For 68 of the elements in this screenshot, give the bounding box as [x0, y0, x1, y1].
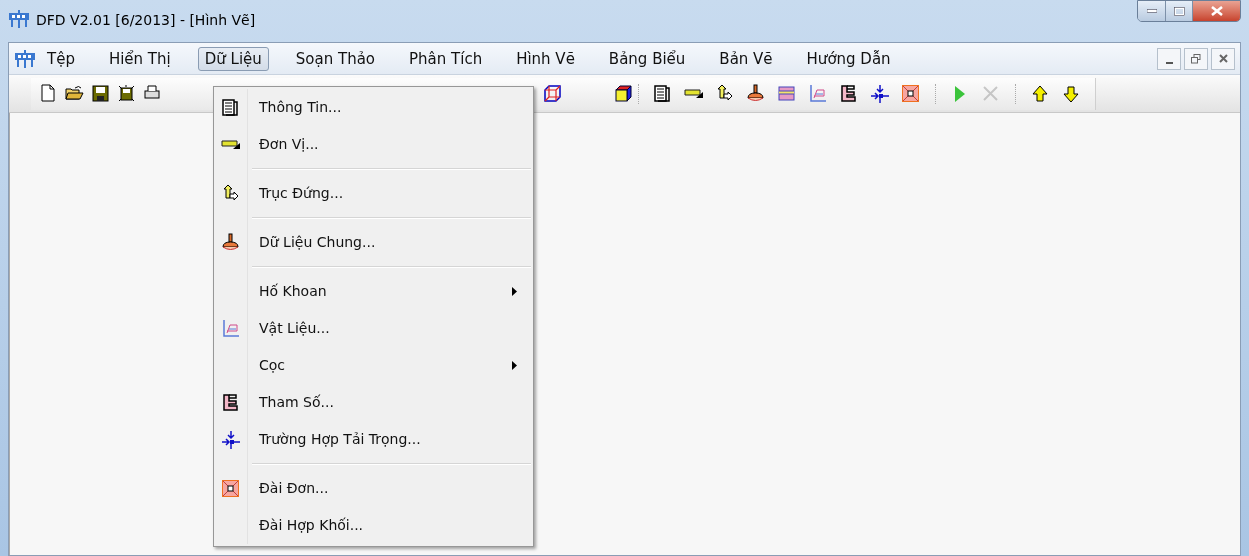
- striped-block-icon: [777, 83, 797, 104]
- maximize-icon: [1173, 6, 1185, 16]
- document-icon: [653, 83, 673, 104]
- menu-item[interactable]: Phân Tích: [402, 46, 490, 71]
- ruler-icon: [221, 139, 241, 150]
- step-profile-icon: [839, 83, 859, 104]
- square-cross-icon: [901, 83, 921, 104]
- menu-item[interactable]: Bảng Biểu: [601, 46, 693, 71]
- pedestal-icon: [746, 83, 766, 104]
- step-profile-icon: [221, 392, 241, 413]
- menu-item[interactable]: Tệp: [40, 46, 82, 71]
- down-arrow-icon: [1061, 83, 1081, 104]
- menu-item[interactable]: Soạn Thảo: [288, 46, 383, 71]
- close-icon: [1210, 6, 1223, 16]
- submenu-arrow-icon: [512, 287, 517, 296]
- restore-icon: [1191, 53, 1201, 64]
- submenu-arrow-icon: [512, 361, 517, 370]
- toolbar-button[interactable]: [870, 83, 890, 104]
- ruler-icon: [684, 88, 704, 99]
- menu-item[interactable]: Hướng Dẫn: [799, 46, 898, 71]
- toolbar-button[interactable]: [1061, 83, 1081, 104]
- document-icon: [221, 97, 241, 118]
- floppy-disk-icon: [117, 83, 137, 104]
- maximize-button[interactable]: [1166, 1, 1193, 21]
- toolbar-button[interactable]: [117, 83, 137, 104]
- toolbar-button[interactable]: [1030, 83, 1050, 104]
- submenu-item[interactable]: Hố Khoan: [214, 273, 533, 310]
- menu-option[interactable]: Tham Số...: [214, 384, 533, 421]
- arrows-icon: [221, 429, 241, 450]
- toolbar-button[interactable]: [543, 83, 563, 104]
- restore-button[interactable]: [1184, 47, 1208, 70]
- menu-option[interactable]: Đài Đơn...: [214, 470, 533, 507]
- minimize-button[interactable]: [1157, 47, 1181, 70]
- toolbar-button[interactable]: [614, 83, 634, 104]
- chart-icon: [808, 83, 828, 104]
- chart-icon: [221, 318, 241, 339]
- minimize-icon: [1146, 9, 1157, 13]
- app-logo-icon: [8, 10, 30, 28]
- close-icon: [1218, 54, 1228, 63]
- app-menu-icon[interactable]: [14, 49, 36, 68]
- menu-option[interactable]: Thông Tin...: [214, 89, 533, 126]
- minimize-button[interactable]: [1138, 1, 1166, 21]
- square-cross-icon: [221, 478, 241, 499]
- menu-option[interactable]: Trường Hợp Tải Trọng...: [214, 421, 533, 458]
- menu-item[interactable]: Hình Vẽ: [509, 46, 582, 71]
- menu-item[interactable]: Dữ Liệu: [197, 46, 269, 71]
- toolbar-button[interactable]: [839, 83, 859, 104]
- toolbar-button[interactable]: [746, 83, 766, 104]
- up-arrow-icon: [1030, 83, 1050, 104]
- wireframe-cube-icon: [543, 83, 563, 104]
- close-button[interactable]: [1193, 1, 1240, 21]
- minimize-icon: [1165, 61, 1173, 64]
- menu-item[interactable]: Hiển Thị: [101, 46, 178, 71]
- toolbar-button[interactable]: [901, 83, 921, 104]
- cube-icon: [614, 83, 634, 104]
- arrows-icon: [870, 83, 890, 104]
- menu-option[interactable]: Vật Liệu...: [214, 310, 533, 347]
- menu-item[interactable]: Bản Vẽ: [712, 46, 780, 71]
- close-button[interactable]: [1211, 47, 1235, 70]
- toolbar-button[interactable]: [91, 83, 111, 104]
- menu-option[interactable]: Đài Hợp Khối...: [214, 507, 533, 544]
- toolbar-button[interactable]: [653, 83, 673, 104]
- window-title: DFD V2.01 [6/2013] - [Hình Vẽ]: [36, 11, 256, 30]
- menu-option[interactable]: Đơn Vị...: [214, 126, 533, 163]
- menu-option[interactable]: Dữ Liệu Chung...: [214, 224, 533, 261]
- pedestal-icon: [221, 232, 241, 253]
- menu-option[interactable]: Trục Đứng...: [214, 175, 533, 212]
- submenu-item[interactable]: Cọc: [214, 347, 533, 384]
